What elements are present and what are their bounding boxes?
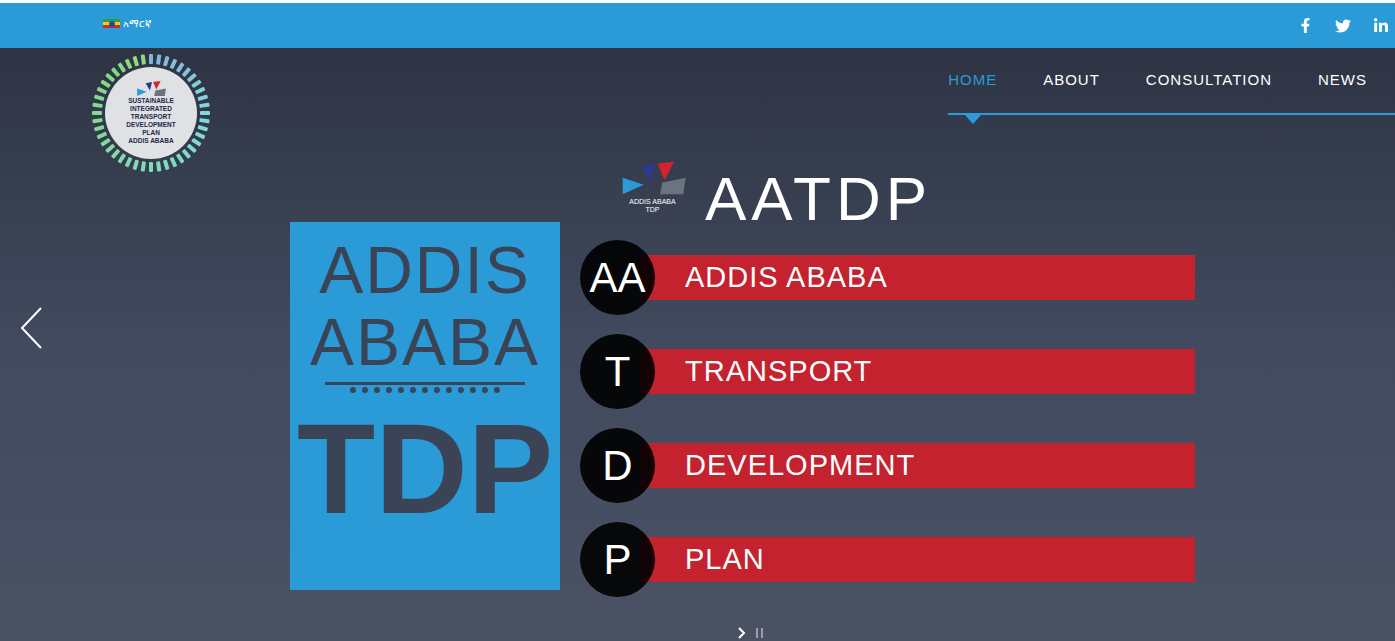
plan-heading: ADDIS ABABATDP AATDP [615, 160, 1195, 240]
logo-text: PLAN [142, 129, 160, 137]
poster: ADDISABABATDP [290, 222, 560, 590]
page: አማርኛSUSTAINABLEINTEGRATEDTRANSPORTDEVELO… [0, 0, 1395, 641]
row-letter: D [580, 428, 655, 503]
logo-text: INTEGRATED [130, 105, 172, 113]
twitter-icon[interactable] [1335, 18, 1351, 34]
previous-slide-icon[interactable] [18, 305, 44, 351]
logo-text: SUSTAINABLE [128, 97, 174, 105]
plan-title: AATDP [705, 166, 932, 232]
plan-rows: AAADDIS ABABA TTRANSPORT DDEVELOPMENT PPLAN [580, 240, 1195, 597]
row-bar: TRANSPORT [640, 349, 1195, 394]
row-letter: T [580, 334, 655, 409]
site-logo[interactable]: SUSTAINABLEINTEGRATEDTRANSPORTDEVELOPMEN… [90, 52, 212, 174]
logo-text: TRANSPORT [131, 113, 171, 121]
plan-row: DDEVELOPMENT [580, 428, 1195, 503]
language-switch[interactable]: አማርኛ [103, 19, 151, 29]
slide-content: ADDISABABATDPADDIS ABABATDPAATDPAAADDIS … [290, 160, 1395, 597]
row-letter: P [580, 522, 655, 597]
nav-item[interactable]: ABOUT [1043, 48, 1100, 113]
row-letter: AA [580, 240, 655, 315]
linkedin-icon[interactable] [1373, 18, 1389, 34]
next-icon[interactable] [738, 627, 746, 639]
poster-divider [325, 382, 525, 385]
active-indicator [965, 115, 981, 124]
row-bar: PLAN [640, 537, 1195, 582]
row-bar: DEVELOPMENT [640, 443, 1195, 488]
poster-rail [350, 387, 500, 393]
badge: ADDIS ABABATDP [615, 160, 690, 214]
row-bar: ADDIS ABABA [640, 255, 1195, 300]
flag-icon [103, 19, 120, 29]
plan-row: TTRANSPORT [580, 334, 1195, 409]
hero-slider: SUSTAINABLEINTEGRATEDTRANSPORTDEVELOPMEN… [0, 48, 1395, 641]
mark-icon [134, 81, 168, 97]
pause-icon[interactable] [756, 628, 764, 638]
language-label: አማርኛ [123, 19, 151, 29]
plan-column: ADDIS ABABATDPAATDPAAADDIS ABABATTRANSPO… [580, 160, 1195, 597]
nav-item[interactable]: NEWS [1318, 48, 1367, 113]
logo-text: DEVELOPMENT [126, 121, 175, 129]
mark-icon [618, 160, 688, 198]
header: SUSTAINABLEINTEGRATEDTRANSPORTDEVELOPMEN… [0, 48, 1395, 160]
nav-item[interactable]: HOME [948, 48, 997, 113]
plan-row: AAADDIS ABABA [580, 240, 1195, 315]
logo-text: ADDIS ABABA [128, 137, 173, 145]
main-nav: HOME ABOUT CONSULTATION NEWS [948, 48, 1395, 115]
social-links [1298, 18, 1389, 34]
slider-controls [738, 627, 764, 639]
facebook-icon[interactable] [1298, 18, 1313, 33]
plan-row: PPLAN [580, 522, 1195, 597]
nav-item[interactable]: CONSULTATION [1146, 48, 1272, 113]
top-bar: አማርኛ [0, 0, 1395, 48]
